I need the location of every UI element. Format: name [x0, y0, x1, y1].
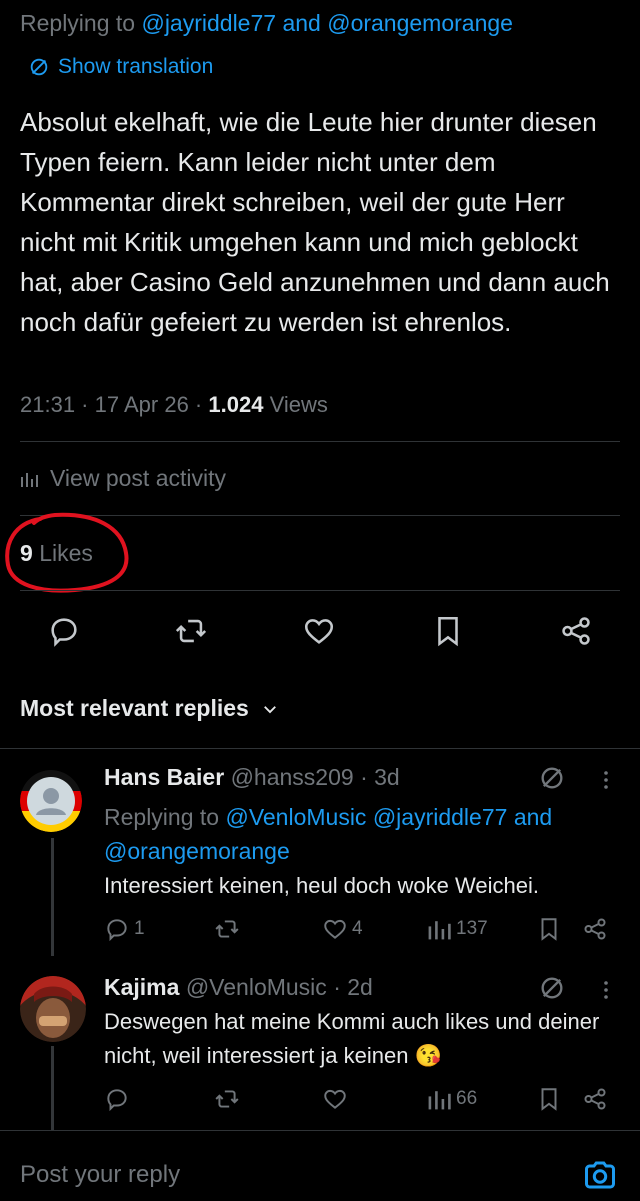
view-post-activity-label: View post activity [50, 465, 226, 491]
annotation-circle [5, 512, 129, 593]
divider [20, 441, 620, 442]
reply-text: Deswegen hat meine Kommi auch likes und … [104, 1009, 600, 1068]
post-text: Absolut ekelhaft, wie die Leute hier dru… [20, 107, 610, 337]
views-label: Views [269, 392, 328, 417]
reply-button[interactable]: 1 [104, 916, 145, 942]
share-icon[interactable] [559, 614, 593, 648]
like-button[interactable]: 4 [322, 916, 363, 942]
thread-line [51, 838, 54, 956]
reply-author-handle[interactable]: @VenloMusic [186, 974, 327, 1000]
repost-icon [215, 1090, 239, 1108]
analytics-icon [428, 1091, 451, 1110]
translate-icon[interactable] [538, 974, 566, 1002]
reply-button[interactable] [104, 1086, 134, 1112]
share-icon [584, 1088, 606, 1110]
reply-author-handle[interactable]: @hanss209 [231, 764, 354, 790]
sort-replies-dropdown[interactable]: Most relevant replies [20, 695, 279, 722]
bookmark-icon [541, 918, 557, 941]
mention-link[interactable]: @orangemorange [104, 838, 290, 864]
repost-icon [215, 920, 239, 938]
reply-author-name[interactable]: Kajima [104, 974, 179, 1000]
post-meta: 21:31 · 17 Apr 26 · 1.024 Views [20, 392, 328, 417]
show-translation-label: Show translation [58, 55, 214, 78]
replying-to-line: Replying to @jayriddle77 and @orangemora… [20, 10, 513, 37]
divider [20, 590, 620, 591]
mention-link[interactable]: @orangemorange [327, 10, 513, 36]
post-action-bar [0, 608, 640, 654]
reply-time[interactable]: 2d [347, 974, 373, 1000]
bookmark-button[interactable] [536, 916, 562, 942]
views-button[interactable]: 66 [426, 1086, 477, 1112]
show-translation-button[interactable]: Show translation [28, 55, 213, 79]
more-icon[interactable] [596, 978, 616, 1002]
repost-icon[interactable] [174, 614, 208, 648]
reply-header: Kajima @VenloMusic · 2d [104, 974, 373, 1001]
reply-icon [107, 1089, 127, 1112]
reply-action-bar: 1 4 137 [104, 916, 624, 948]
replying-and[interactable]: and [282, 10, 320, 36]
like-button[interactable] [322, 1086, 352, 1112]
translate-icon [30, 58, 48, 76]
views-count: 1.024 [208, 392, 264, 417]
replying-and[interactable]: and [514, 804, 552, 830]
reply-count: 1 [134, 918, 145, 939]
view-post-activity-button[interactable]: View post activity [20, 465, 226, 492]
sort-label: Most relevant replies [20, 695, 249, 721]
like-icon [324, 1089, 346, 1109]
reply-replying-to: Replying to @VenloMusic @jayriddle77 and… [104, 800, 614, 868]
share-icon [584, 918, 606, 940]
analytics-icon [428, 921, 451, 940]
repost-button[interactable] [214, 916, 244, 942]
analytics-icon [21, 472, 38, 487]
bookmark-button[interactable] [536, 1086, 562, 1112]
reply-composer[interactable]: Post your reply [0, 1130, 640, 1201]
share-button[interactable] [582, 916, 608, 942]
reply-action-bar: 66 [104, 1086, 624, 1118]
more-icon[interactable] [596, 768, 616, 792]
reply-input[interactable]: Post your reply [20, 1161, 180, 1189]
bookmark-icon[interactable] [431, 614, 465, 648]
like-count: 4 [352, 918, 363, 939]
post-date[interactable]: 17 Apr 26 [95, 392, 189, 417]
separator-dot: · [360, 764, 368, 790]
bookmark-icon [541, 1088, 557, 1111]
reply-header: Hans Baier @hanss209 · 3d [104, 764, 400, 791]
translate-icon[interactable] [538, 764, 566, 792]
reply-icon [107, 919, 127, 942]
share-button[interactable] [582, 1086, 608, 1112]
like-icon [324, 919, 346, 939]
views-count: 66 [456, 1088, 478, 1109]
mention-link[interactable]: @jayriddle77 [141, 10, 276, 36]
reply-icon[interactable] [47, 614, 81, 648]
avatar[interactable] [20, 770, 82, 832]
replying-prefix: Replying to [20, 10, 136, 36]
replying-prefix: Replying to [104, 804, 220, 830]
views-button[interactable]: 137 [426, 916, 488, 942]
views-count: 137 [456, 918, 488, 939]
chevron-down-icon [263, 705, 276, 713]
reply-author-name[interactable]: Hans Baier [104, 764, 224, 790]
camera-icon[interactable] [582, 1157, 618, 1193]
reply-time[interactable]: 3d [374, 764, 400, 790]
repost-button[interactable] [214, 1086, 244, 1112]
divider [0, 748, 640, 749]
separator-dot: · [333, 974, 341, 1000]
thread-line [51, 1046, 54, 1130]
mention-link[interactable]: @VenloMusic @jayriddle77 [225, 804, 507, 830]
post-time[interactable]: 21:31 [20, 392, 75, 417]
like-icon[interactable] [302, 614, 336, 648]
avatar[interactable] [20, 976, 86, 1042]
reply-text: Interessiert keinen, heul doch woke Weic… [104, 873, 539, 898]
